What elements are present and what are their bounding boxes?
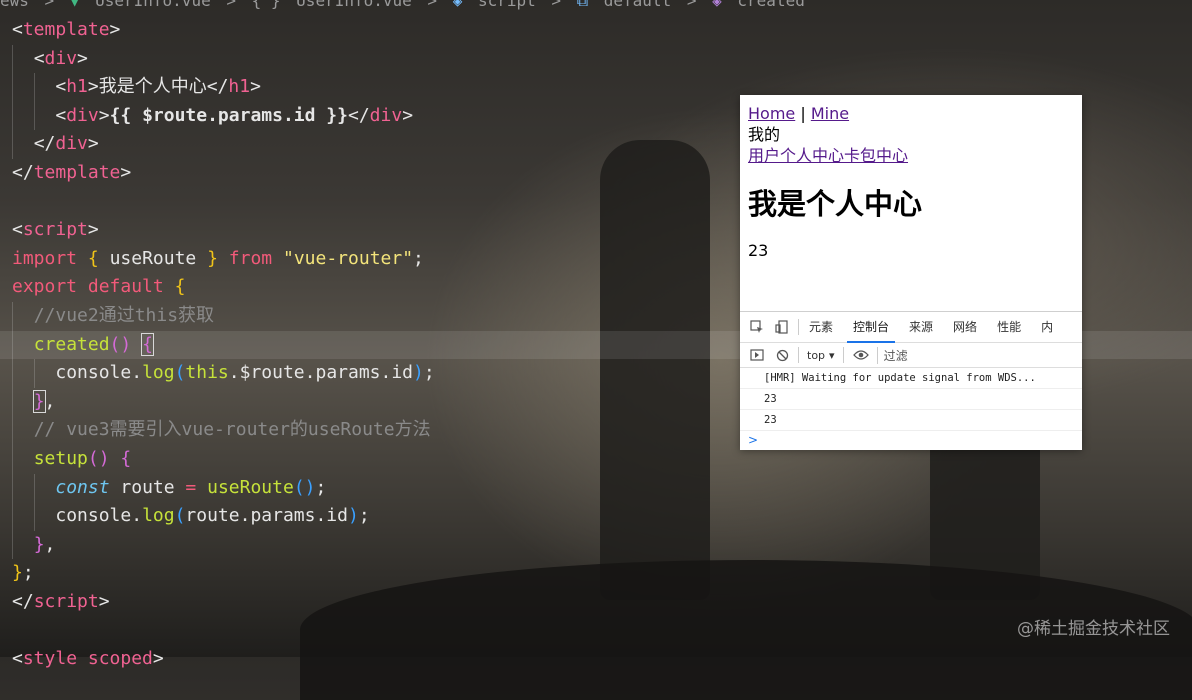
eye-icon[interactable]	[852, 347, 869, 363]
code-line-9: import { useRoute } from "vue-router";	[12, 247, 424, 269]
devtools-tabbar: 元素 控制台 来源 网络 性能 内	[740, 312, 1082, 343]
page-content: Home | Mine 我的 用户个人中心卡包中心 我是个人中心 23	[740, 95, 1082, 261]
tab-more[interactable]: 内	[1041, 312, 1053, 342]
nav-separator: |	[800, 104, 806, 123]
code-line-23: <style scoped>	[12, 648, 164, 670]
tab-network[interactable]: 网络	[953, 312, 977, 342]
inspect-element-icon[interactable]	[749, 319, 765, 335]
code-line-18: console.log(route.params.id);	[0, 502, 740, 531]
code-line-16: setup() {	[0, 444, 740, 474]
tab-console[interactable]: 控制台	[847, 312, 896, 343]
breadcrumb-sep: >	[686, 0, 697, 10]
breadcrumb-sep: >	[427, 0, 438, 10]
tab-elements[interactable]: 元素	[809, 312, 833, 342]
console-filter-input[interactable]: 过滤	[876, 346, 1082, 364]
breadcrumb-sep: >	[551, 0, 562, 10]
divider	[842, 347, 844, 363]
code-line-13: console.log(this.$route.params.id);	[0, 359, 740, 388]
nav-mine-link[interactable]: Mine	[811, 104, 849, 123]
nav-home-link[interactable]: Home	[748, 104, 795, 123]
code-line-6: </template>	[12, 161, 132, 183]
code-line-3: <h1>我是个人中心</h1>	[0, 73, 740, 102]
code-line-1: <template>	[12, 19, 121, 40]
tab-performance[interactable]: 性能	[997, 312, 1021, 342]
code-line-11: //vue2通过this获取	[0, 301, 740, 331]
sidebar-toggle-icon[interactable]	[749, 347, 765, 363]
breadcrumb-sep: >	[226, 0, 236, 10]
code-line-14: },	[0, 387, 740, 417]
code-line-2: <div>	[0, 44, 740, 74]
object-icon: ⧉	[576, 0, 589, 10]
vue-file-icon: ▼	[69, 0, 80, 10]
watermark: @稀土掘金技术社区	[1017, 619, 1170, 639]
console-message: [HMR] Waiting for update signal from WDS…	[740, 368, 1082, 389]
code-editor[interactable]: <template> <div> <h1>我是个人中心</h1> <div>{{…	[0, 16, 1192, 674]
breadcrumb-default[interactable]: default	[604, 0, 671, 10]
breadcrumb-sep: >	[44, 0, 55, 10]
code-line-4: <div>{{ $route.params.id }}</div>	[0, 101, 740, 131]
divider	[798, 319, 799, 335]
tab-sources[interactable]: 来源	[909, 312, 933, 342]
console-toolbar: top ▾ 过滤	[740, 343, 1082, 368]
page-heading: 我是个人中心	[748, 187, 923, 221]
card-center-link[interactable]: 用户个人中心卡包中心	[748, 146, 908, 165]
console-message: 23	[740, 389, 1082, 410]
route-param-value: 23	[748, 241, 769, 260]
editor-breadcrumb[interactable]: ews > ▼ UserInfo.vue > { } UserInfo.vue …	[0, 0, 811, 11]
code-line-19: },	[0, 530, 740, 560]
code-line-21: </script>	[12, 590, 110, 612]
code-line-5: </div>	[0, 130, 740, 159]
devtools-panel: 元素 控制台 来源 网络 性能 内 top ▾ 过滤 [HMR] Waiting …	[740, 311, 1082, 450]
breadcrumb-module[interactable]: UserInfo.vue	[296, 0, 412, 10]
dropdown-arrow-icon: ▾	[829, 348, 835, 362]
divider	[798, 347, 799, 363]
breadcrumb-created[interactable]: created	[737, 0, 804, 10]
code-line-15: // vue3需要引入vue-router的useRoute方法	[0, 416, 740, 445]
console-message: 23	[740, 410, 1082, 431]
nav-links: Home | Mine	[748, 103, 1074, 124]
code-line-17: const route = useRoute();	[0, 473, 740, 503]
breadcrumb-script[interactable]: script	[478, 0, 536, 10]
context-selector[interactable]: top ▾	[807, 349, 835, 362]
cube-icon: ◈	[452, 0, 463, 10]
console-prompt[interactable]: >	[740, 431, 1082, 449]
clear-console-icon[interactable]	[774, 347, 790, 363]
breadcrumb-file[interactable]: UserInfo.vue	[95, 0, 211, 10]
browser-preview-window: Home | Mine 我的 用户个人中心卡包中心 我是个人中心 23 元素 控…	[740, 95, 1082, 450]
breadcrumb-folder[interactable]: ews	[0, 0, 29, 10]
method-icon: ◈	[712, 0, 722, 10]
code-line-20: };	[12, 562, 34, 584]
code-line-8: <script>	[12, 219, 99, 241]
code-line-10: export default {	[12, 276, 186, 298]
device-toolbar-icon[interactable]	[774, 319, 790, 335]
mine-text: 我的	[748, 125, 781, 144]
braces-icon: { }	[251, 0, 281, 10]
